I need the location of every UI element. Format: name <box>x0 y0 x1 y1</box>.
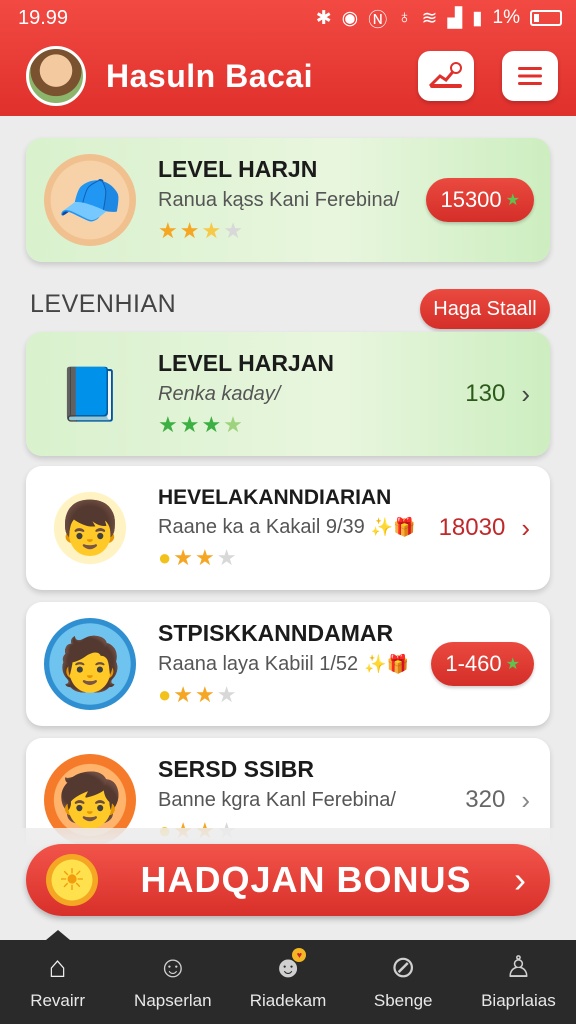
nav-item-friends[interactable]: ♥ ☻ Riadekam <box>230 940 345 1024</box>
top-app-bar: 19.99 ✱ ◉ Ⓝ ♁ ≋ ▟ ▮ 1% Hasuln Bacai <box>0 0 576 116</box>
player-avatar: 👦 <box>44 482 136 574</box>
active-indicator <box>45 930 70 940</box>
alarm-icon: ♁ <box>397 7 412 28</box>
card-title: LEVEL HARJN <box>158 156 318 182</box>
card-subtitle: Raana laya Kabiil 1/52 ✨🎁 <box>158 653 409 675</box>
nav-item-more[interactable]: ♙ Biaprlaias <box>461 940 576 1024</box>
star-icon: ★ <box>505 656 520 673</box>
hamburger-icon <box>518 67 542 85</box>
chevron-right-icon: › <box>521 378 530 409</box>
score-badge: 1-460 ★ <box>431 642 534 686</box>
battery-percent: 1% <box>492 7 520 28</box>
score-value: 18030 › <box>438 512 530 543</box>
section-title: LEVENHIAN <box>30 290 177 318</box>
bonus-button[interactable]: ☀ HADQJAN BONUS › <box>26 844 550 916</box>
status-time: 19.99 <box>18 6 69 29</box>
user-avatar[interactable] <box>26 46 86 106</box>
card-title: SERSD SSIBR <box>158 756 314 782</box>
nav-item-explore[interactable]: ⊘ Sbenge <box>346 940 461 1024</box>
battery-icon <box>530 10 562 26</box>
status-bar: 19.99 ✱ ◉ Ⓝ ♁ ≋ ▟ ▮ 1% <box>0 0 576 36</box>
star-rating: ★★★★ <box>158 412 245 437</box>
status-icons: ✱ ◉ Ⓝ ♁ ≋ ▟ ▮ 1% <box>316 5 562 32</box>
chevron-right-icon: › <box>521 784 530 815</box>
score-badge: 15300 ★ <box>426 178 534 222</box>
card-title: LEVEL HARJAN <box>158 350 334 376</box>
level-card[interactable]: 📘 LEVEL HARJAN Renka kaday/ ★★★★ 130 › <box>26 332 550 456</box>
card-subtitle: Ranua kąss Kani Ferebina/ <box>158 189 400 211</box>
player-avatar: 🧢 <box>44 154 136 246</box>
card-subtitle: Banne kgra Kanl Ferebina/ <box>158 789 396 811</box>
level-card[interactable]: 👦 HEVELAKANNDIARIAN Raane ka a Kakail 9/… <box>26 466 550 590</box>
star-rating: ★★★★ <box>158 218 245 243</box>
chevron-right-icon: › <box>521 512 530 543</box>
sync-icon: ◉ <box>341 7 359 29</box>
sun-icon: ☀ <box>46 854 98 906</box>
card-subtitle: Renka kaday/ <box>158 383 281 405</box>
card-title: HEVELAKANNDIARIAN <box>158 485 392 509</box>
nfc-icon: Ⓝ <box>368 9 388 31</box>
nav-item-home[interactable]: ⌂ Revairr <box>0 930 115 1024</box>
progress-button[interactable] <box>418 51 474 101</box>
menu-button[interactable] <box>502 51 558 101</box>
page-title: Hasuln Bacai <box>106 57 313 94</box>
gift-icon: ✨🎁 <box>370 516 416 537</box>
section-action-button[interactable]: Haga Staall <box>420 289 550 329</box>
nav-label: Napserlan <box>134 991 212 1010</box>
sim-icon: ▮ <box>472 7 483 29</box>
notification-badge: ♥ <box>292 948 307 962</box>
star-rating: ●★★★ <box>158 544 239 570</box>
star-rating: ●★★★ <box>158 682 239 707</box>
bottom-navigation: ⌂ Revairr ☺ Napserlan ♥ ☻ Riadekam ⊘ Sbe… <box>0 930 576 1024</box>
chart-icon <box>428 62 462 88</box>
nav-label: Riadekam <box>249 991 327 1010</box>
figure-icon: ♙ <box>504 951 532 984</box>
nav-item-profile[interactable]: ☺ Napserlan <box>115 940 230 1024</box>
score-value: 130 › <box>465 378 530 409</box>
nav-label: Sbenge <box>373 991 433 1010</box>
card-subtitle: Raane ka a Kakail 9/39 ✨🎁 <box>158 515 416 538</box>
score-value: 320 › <box>465 784 530 815</box>
star-icon: ★ <box>505 192 520 209</box>
bluetooth-icon: ✱ <box>315 7 332 29</box>
bonus-label: HADQJAN BONUS <box>140 859 472 900</box>
chevron-right-icon: › <box>514 859 526 900</box>
level-card[interactable]: 🧑 STPISKKANNDAMAR Raana laya Kabiil 1/52… <box>26 602 550 726</box>
player-avatar: 🧑 <box>44 618 136 710</box>
featured-level-card[interactable]: 🧢 LEVEL HARJN Ranua kąss Kani Ferebina/ … <box>26 138 550 262</box>
nav-label: Revairr <box>30 991 85 1010</box>
compass-icon: ⊘ <box>390 951 416 984</box>
card-title: STPISKKANNDAMAR <box>158 620 394 646</box>
book-icon: 📘 <box>57 365 123 424</box>
wifi-icon: ≋ <box>421 7 438 29</box>
person-icon: ☺ <box>157 951 189 984</box>
home-icon: ⌂ <box>48 951 67 984</box>
nav-label: Biaprlaias <box>481 991 556 1010</box>
signal-icon: ▟ <box>447 7 463 29</box>
gift-icon: ✨🎁 <box>364 654 409 674</box>
header: Hasuln Bacai <box>0 36 576 116</box>
